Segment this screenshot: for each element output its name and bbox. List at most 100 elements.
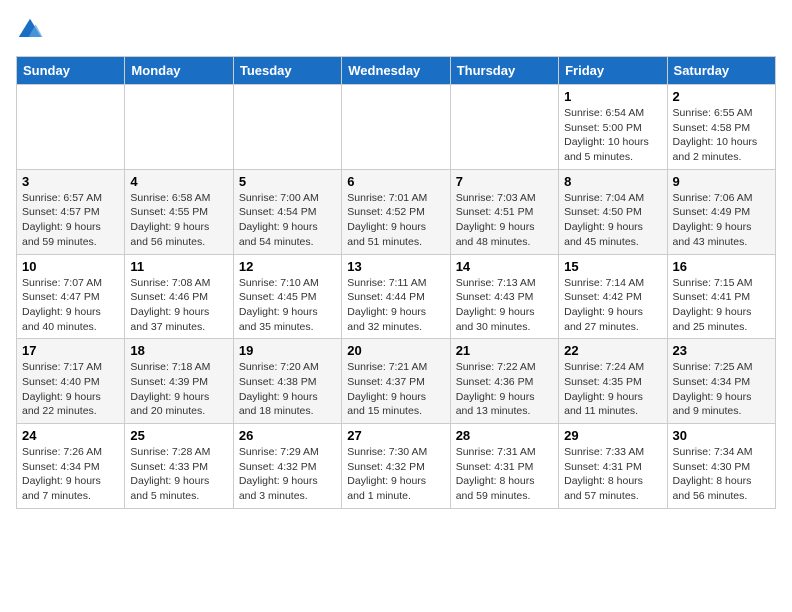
- day-number: 1: [564, 89, 661, 104]
- day-header-wednesday: Wednesday: [342, 57, 450, 85]
- calendar-cell: [342, 85, 450, 170]
- calendar-cell: 27 Sunrise: 7:30 AM Sunset: 4:32 PM Dayli…: [342, 424, 450, 509]
- calendar-cell: 21 Sunrise: 7:22 AM Sunset: 4:36 PM Dayli…: [450, 339, 558, 424]
- day-info: Sunrise: 7:22 AM Sunset: 4:36 PM Dayligh…: [456, 360, 553, 419]
- day-info: Sunrise: 7:03 AM Sunset: 4:51 PM Dayligh…: [456, 191, 553, 250]
- day-number: 27: [347, 428, 444, 443]
- day-header-tuesday: Tuesday: [233, 57, 341, 85]
- day-number: 14: [456, 259, 553, 274]
- day-info: Sunrise: 7:24 AM Sunset: 4:35 PM Dayligh…: [564, 360, 661, 419]
- day-info: Sunrise: 7:00 AM Sunset: 4:54 PM Dayligh…: [239, 191, 336, 250]
- calendar-cell: 30 Sunrise: 7:34 AM Sunset: 4:30 PM Dayli…: [667, 424, 775, 509]
- calendar-cell: 13 Sunrise: 7:11 AM Sunset: 4:44 PM Dayli…: [342, 254, 450, 339]
- day-number: 5: [239, 174, 336, 189]
- day-number: 3: [22, 174, 119, 189]
- day-info: Sunrise: 7:33 AM Sunset: 4:31 PM Dayligh…: [564, 445, 661, 504]
- calendar-cell: 5 Sunrise: 7:00 AM Sunset: 4:54 PM Daylig…: [233, 169, 341, 254]
- day-info: Sunrise: 7:31 AM Sunset: 4:31 PM Dayligh…: [456, 445, 553, 504]
- day-number: 9: [673, 174, 770, 189]
- day-info: Sunrise: 7:30 AM Sunset: 4:32 PM Dayligh…: [347, 445, 444, 504]
- calendar-cell: 28 Sunrise: 7:31 AM Sunset: 4:31 PM Dayli…: [450, 424, 558, 509]
- day-info: Sunrise: 7:25 AM Sunset: 4:34 PM Dayligh…: [673, 360, 770, 419]
- day-number: 18: [130, 343, 227, 358]
- calendar-cell: 15 Sunrise: 7:14 AM Sunset: 4:42 PM Dayli…: [559, 254, 667, 339]
- calendar-cell: 9Sunrise: 7:06 AM Sunset: 4:49 PM Daylig…: [667, 169, 775, 254]
- calendar-cell: 10 Sunrise: 7:07 AM Sunset: 4:47 PM Dayli…: [17, 254, 125, 339]
- day-info: Sunrise: 7:01 AM Sunset: 4:52 PM Dayligh…: [347, 191, 444, 250]
- day-info: Sunrise: 6:58 AM Sunset: 4:55 PM Dayligh…: [130, 191, 227, 250]
- calendar-cell: 2Sunrise: 6:55 AM Sunset: 4:58 PM Daylig…: [667, 85, 775, 170]
- day-info: Sunrise: 7:28 AM Sunset: 4:33 PM Dayligh…: [130, 445, 227, 504]
- day-header-friday: Friday: [559, 57, 667, 85]
- calendar-week-row: 10 Sunrise: 7:07 AM Sunset: 4:47 PM Dayli…: [17, 254, 776, 339]
- calendar-cell: 11 Sunrise: 7:08 AM Sunset: 4:46 PM Dayli…: [125, 254, 233, 339]
- day-info: Sunrise: 7:15 AM Sunset: 4:41 PM Dayligh…: [673, 276, 770, 335]
- day-number: 25: [130, 428, 227, 443]
- day-info: Sunrise: 6:54 AM Sunset: 5:00 PM Dayligh…: [564, 106, 661, 165]
- day-number: 29: [564, 428, 661, 443]
- day-number: 15: [564, 259, 661, 274]
- day-number: 2: [673, 89, 770, 104]
- calendar-cell: 3 Sunrise: 6:57 AM Sunset: 4:57 PM Daylig…: [17, 169, 125, 254]
- header: [16, 16, 776, 44]
- day-info: Sunrise: 7:14 AM Sunset: 4:42 PM Dayligh…: [564, 276, 661, 335]
- calendar-cell: 25 Sunrise: 7:28 AM Sunset: 4:33 PM Dayli…: [125, 424, 233, 509]
- day-number: 13: [347, 259, 444, 274]
- day-number: 28: [456, 428, 553, 443]
- day-info: Sunrise: 7:07 AM Sunset: 4:47 PM Dayligh…: [22, 276, 119, 335]
- day-info: Sunrise: 7:29 AM Sunset: 4:32 PM Dayligh…: [239, 445, 336, 504]
- day-info: Sunrise: 7:18 AM Sunset: 4:39 PM Dayligh…: [130, 360, 227, 419]
- calendar-cell: 18 Sunrise: 7:18 AM Sunset: 4:39 PM Dayli…: [125, 339, 233, 424]
- day-header-monday: Monday: [125, 57, 233, 85]
- day-number: 22: [564, 343, 661, 358]
- day-number: 23: [673, 343, 770, 358]
- day-number: 7: [456, 174, 553, 189]
- calendar-cell: 6 Sunrise: 7:01 AM Sunset: 4:52 PM Daylig…: [342, 169, 450, 254]
- calendar-cell: 14 Sunrise: 7:13 AM Sunset: 4:43 PM Dayli…: [450, 254, 558, 339]
- day-number: 11: [130, 259, 227, 274]
- day-info: Sunrise: 7:13 AM Sunset: 4:43 PM Dayligh…: [456, 276, 553, 335]
- day-info: Sunrise: 7:11 AM Sunset: 4:44 PM Dayligh…: [347, 276, 444, 335]
- day-info: Sunrise: 7:34 AM Sunset: 4:30 PM Dayligh…: [673, 445, 770, 504]
- day-number: 17: [22, 343, 119, 358]
- logo-icon: [16, 16, 44, 44]
- day-info: Sunrise: 7:20 AM Sunset: 4:38 PM Dayligh…: [239, 360, 336, 419]
- calendar-cell: 23 Sunrise: 7:25 AM Sunset: 4:34 PM Dayli…: [667, 339, 775, 424]
- day-header-sunday: Sunday: [17, 57, 125, 85]
- day-number: 30: [673, 428, 770, 443]
- day-info: Sunrise: 7:08 AM Sunset: 4:46 PM Dayligh…: [130, 276, 227, 335]
- calendar-cell: [450, 85, 558, 170]
- day-number: 19: [239, 343, 336, 358]
- calendar-week-row: 17 Sunrise: 7:17 AM Sunset: 4:40 PM Dayli…: [17, 339, 776, 424]
- calendar-week-row: 1 Sunrise: 6:54 AM Sunset: 5:00 PM Daylig…: [17, 85, 776, 170]
- calendar-week-row: 3 Sunrise: 6:57 AM Sunset: 4:57 PM Daylig…: [17, 169, 776, 254]
- calendar-cell: 16 Sunrise: 7:15 AM Sunset: 4:41 PM Dayli…: [667, 254, 775, 339]
- day-info: Sunrise: 7:17 AM Sunset: 4:40 PM Dayligh…: [22, 360, 119, 419]
- calendar-cell: 22 Sunrise: 7:24 AM Sunset: 4:35 PM Dayli…: [559, 339, 667, 424]
- day-header-thursday: Thursday: [450, 57, 558, 85]
- calendar-cell: 7 Sunrise: 7:03 AM Sunset: 4:51 PM Daylig…: [450, 169, 558, 254]
- calendar-header-row: SundayMondayTuesdayWednesdayThursdayFrid…: [17, 57, 776, 85]
- day-number: 16: [673, 259, 770, 274]
- day-number: 21: [456, 343, 553, 358]
- day-number: 12: [239, 259, 336, 274]
- calendar-cell: 4 Sunrise: 6:58 AM Sunset: 4:55 PM Daylig…: [125, 169, 233, 254]
- calendar-cell: 20Sunrise: 7:21 AM Sunset: 4:37 PM Dayli…: [342, 339, 450, 424]
- day-number: 10: [22, 259, 119, 274]
- calendar-cell: 12Sunrise: 7:10 AM Sunset: 4:45 PM Dayli…: [233, 254, 341, 339]
- day-number: 4: [130, 174, 227, 189]
- calendar-table: SundayMondayTuesdayWednesdayThursdayFrid…: [16, 56, 776, 509]
- day-number: 6: [347, 174, 444, 189]
- day-info: Sunrise: 7:26 AM Sunset: 4:34 PM Dayligh…: [22, 445, 119, 504]
- calendar-cell: 8 Sunrise: 7:04 AM Sunset: 4:50 PM Daylig…: [559, 169, 667, 254]
- day-number: 8: [564, 174, 661, 189]
- day-number: 26: [239, 428, 336, 443]
- day-header-saturday: Saturday: [667, 57, 775, 85]
- calendar-week-row: 24Sunrise: 7:26 AM Sunset: 4:34 PM Dayli…: [17, 424, 776, 509]
- calendar-cell: 29 Sunrise: 7:33 AM Sunset: 4:31 PM Dayli…: [559, 424, 667, 509]
- calendar-cell: 1 Sunrise: 6:54 AM Sunset: 5:00 PM Daylig…: [559, 85, 667, 170]
- day-info: Sunrise: 6:57 AM Sunset: 4:57 PM Dayligh…: [22, 191, 119, 250]
- calendar-cell: [17, 85, 125, 170]
- day-info: Sunrise: 7:04 AM Sunset: 4:50 PM Dayligh…: [564, 191, 661, 250]
- logo: [16, 16, 48, 44]
